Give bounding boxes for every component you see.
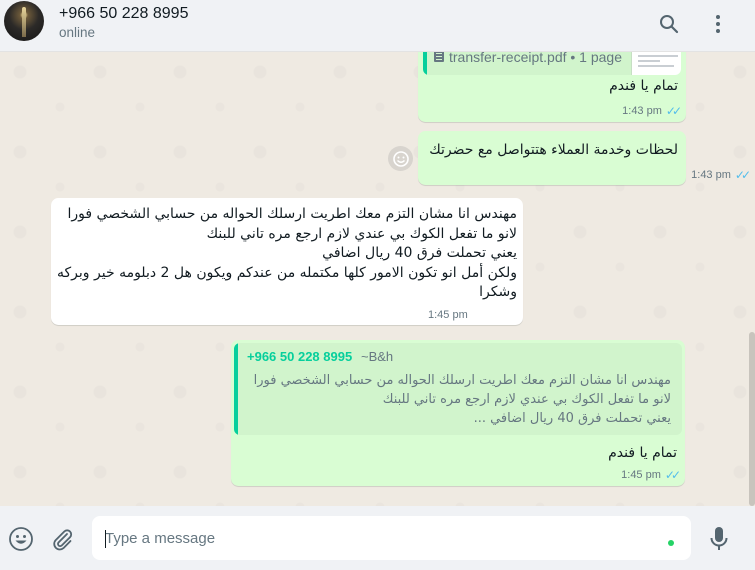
quoted-sender-number: +966 50 228 8995 [247, 349, 353, 364]
emoji-icon[interactable] [8, 526, 34, 552]
message-time: 1:43 pm [691, 169, 731, 181]
message-input[interactable] [92, 516, 691, 560]
message-text: تمام يا فندم [608, 445, 677, 461]
message-meta: 1:43 pm ✓✓ [622, 104, 682, 118]
message-bubble-incoming[interactable]: مهندس انا مشان التزم معك اطريت ارسلك الح… [51, 198, 523, 325]
contact-status: online [59, 25, 96, 40]
message-bubble-outgoing[interactable]: لحظات وخدمة العملاء هتتواصل مع حضرتك [418, 131, 686, 185]
search-icon[interactable] [657, 12, 681, 36]
message-line: وشكرا [479, 284, 517, 300]
message-line: مهندس انا مشان التزم معك اطريت ارسلك الح… [67, 206, 517, 222]
document-name: transfer-receipt.pdf • 1 page [449, 52, 622, 65]
attach-icon[interactable] [49, 526, 75, 552]
chat-scrollbar[interactable] [749, 332, 755, 506]
document-icon [434, 52, 444, 62]
message-text: تمام يا فندم [609, 78, 678, 94]
quoted-text: مهندس انا مشان التزم معك اطريت ارسلك الح… [251, 371, 671, 428]
message-line: ولكن أمل انو تكون الامور كلها مكتمله من … [57, 264, 517, 281]
message-bubble-outgoing[interactable]: transfer-receipt.pdf • 1 page تمام يا فن… [418, 52, 686, 122]
document-thumbnail [631, 52, 681, 75]
text-caret [105, 530, 106, 548]
message-composer [0, 506, 755, 570]
quoted-line: يعني تحملت فرق 40 ريال اضافي ... [473, 411, 671, 426]
document-attachment[interactable]: transfer-receipt.pdf • 1 page [423, 52, 681, 75]
message-line: لانو ما تفعل الكوك بي عندي لازم ارجع مره… [206, 225, 517, 242]
message-meta: 1:45 pm [428, 309, 468, 321]
chat-panel[interactable]: transfer-receipt.pdf • 1 page تمام يا فن… [0, 52, 755, 506]
message-time: 1:45 pm [428, 309, 468, 321]
contact-avatar[interactable] [4, 1, 44, 41]
menu-icon[interactable] [706, 12, 730, 36]
status-dot-icon [668, 540, 674, 546]
quoted-sender-name: ~B&h [361, 349, 394, 364]
contact-name[interactable]: +966 50 228 8995 [59, 5, 188, 23]
read-ticks-icon: ✓✓ [664, 468, 681, 482]
message-meta: 1:43 pm ✓✓ [691, 168, 751, 182]
message-time: 1:43 pm [622, 105, 662, 117]
react-emoji-icon[interactable] [388, 146, 413, 171]
read-ticks-icon: ✓✓ [734, 168, 751, 182]
microphone-icon[interactable] [706, 526, 732, 552]
chat-header: +966 50 228 8995 online [0, 0, 755, 52]
quoted-line: مهندس انا مشان التزم معك اطريت ارسلك الح… [253, 373, 671, 388]
message-meta: 1:45 pm ✓✓ [621, 468, 681, 482]
quoted-message[interactable]: +966 50 228 8995 ~B&h مهندس انا مشان الت… [234, 343, 682, 435]
read-ticks-icon: ✓✓ [665, 104, 682, 118]
message-text: لحظات وخدمة العملاء هتتواصل مع حضرتك [429, 142, 678, 158]
message-line: يعني تحملت فرق 40 ريال اضافي [322, 245, 517, 261]
message-bubble-outgoing[interactable]: +966 50 228 8995 ~B&h مهندس انا مشان الت… [231, 340, 685, 486]
quoted-line: لانو ما تفعل الكوك بي عندي لازم ارجع مره… [382, 392, 671, 407]
message-time: 1:45 pm [621, 469, 661, 481]
message-text: مهندس انا مشان التزم معك اطريت ارسلك الح… [57, 205, 517, 303]
